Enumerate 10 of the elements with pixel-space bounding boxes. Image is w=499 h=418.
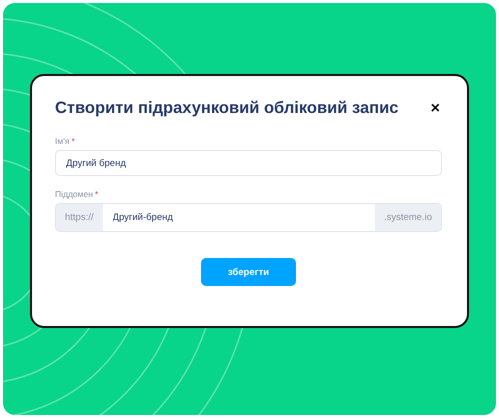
url-prefix: https:// (56, 204, 103, 231)
field-label: Піддомен (55, 189, 93, 199)
name-input[interactable]: Другий бренд (55, 150, 442, 176)
domain-suffix: .systeme.io (374, 204, 441, 231)
modal-title: Створити підрахунковий обліковий запис (55, 99, 398, 118)
close-button[interactable]: × (428, 100, 442, 116)
required-mark: * (71, 136, 75, 146)
subdomain-field[interactable]: https:// Другий-бренд .systeme.io (55, 203, 442, 232)
field-label: Ім'я (55, 136, 70, 146)
required-mark: * (94, 189, 98, 199)
